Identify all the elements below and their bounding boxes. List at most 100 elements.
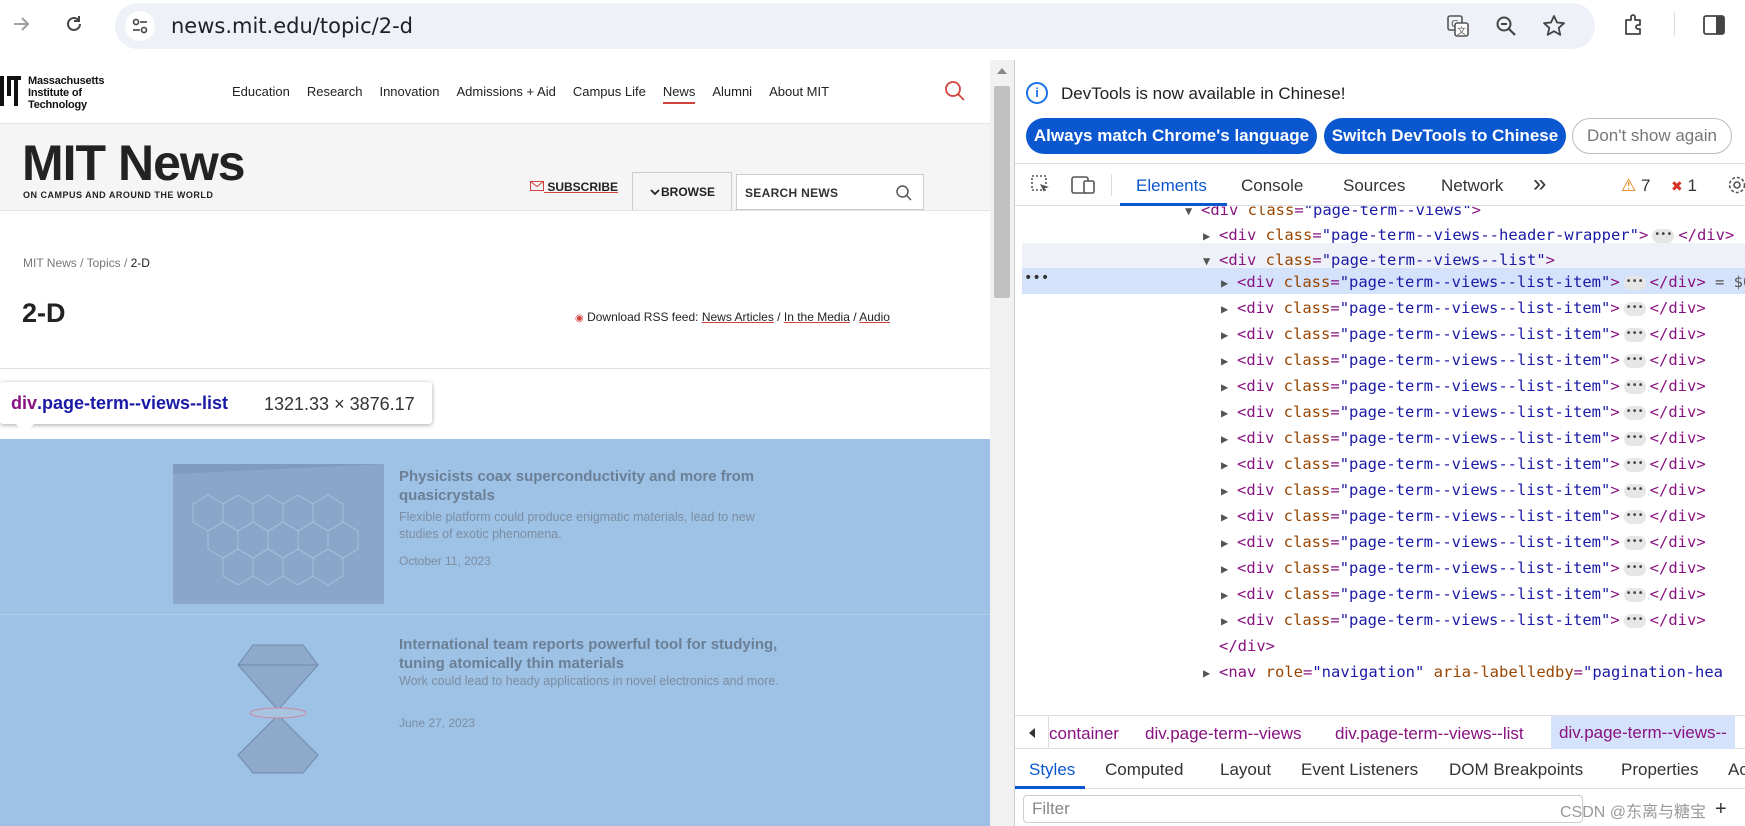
dom-node-list-item[interactable]: ▶ <div class="page-term--views--list-item… xyxy=(1221,478,1706,504)
mit-news-logo[interactable]: MIT News xyxy=(22,136,246,190)
article-thumbnail-image[interactable] xyxy=(173,464,384,604)
expand-triangle-icon[interactable]: ▼ xyxy=(1203,249,1219,273)
dom-node-list-item[interactable]: ▶ <div class="page-term--views--list-item… xyxy=(1221,270,1745,296)
dom-node-list-item[interactable]: ▶ <div class="page-term--views--list-item… xyxy=(1221,608,1706,634)
switch-to-chinese-button[interactable]: Switch DevTools to Chinese xyxy=(1324,118,1566,154)
tab-event-listeners[interactable]: Event Listeners xyxy=(1301,760,1418,780)
collapse-triangle-icon[interactable]: ▶ xyxy=(1221,349,1237,373)
tab-layout[interactable]: Layout xyxy=(1220,760,1271,780)
collapse-triangle-icon[interactable]: ▶ xyxy=(1203,661,1219,685)
dom-node-list-item[interactable]: ▶ <div class="page-term--views--list-item… xyxy=(1221,530,1706,556)
settings-gear-icon[interactable] xyxy=(1726,174,1745,196)
ellipsis-icon[interactable]: ••• xyxy=(1623,509,1646,524)
rss-in-the-media-link[interactable]: In the Media xyxy=(784,310,850,324)
dom-node-list-item[interactable]: ▶ <div class="page-term--views--list-item… xyxy=(1221,296,1706,322)
ellipsis-icon[interactable]: ••• xyxy=(1623,431,1646,446)
nav-news[interactable]: News xyxy=(662,84,696,104)
breadcrumb-views-list[interactable]: div.page-term--views--list xyxy=(1335,724,1524,744)
breadcrumb-container[interactable]: container xyxy=(1049,724,1119,744)
nav-alumni[interactable]: Alumni xyxy=(712,84,752,104)
device-toolbar-icon[interactable] xyxy=(1070,173,1096,197)
dom-node-nav[interactable]: ▶ <nav role="navigation" aria-labelledby=… xyxy=(1203,660,1723,686)
collapse-triangle-icon[interactable]: ▶ xyxy=(1221,505,1237,529)
ellipsis-icon[interactable]: ••• xyxy=(1623,379,1646,394)
url-text[interactable]: news.mit.edu/topic/2-d xyxy=(171,14,413,38)
collapse-triangle-icon[interactable]: ▶ xyxy=(1221,609,1237,633)
article-title[interactable]: Physicists coax superconductivity and mo… xyxy=(399,467,789,505)
ellipsis-icon[interactable]: ••• xyxy=(1623,483,1646,498)
errors-badge[interactable]: ✖ 1 xyxy=(1671,176,1697,196)
article-item[interactable]: Physicists coax superconductivity and mo… xyxy=(0,439,990,614)
dom-node-views[interactable]: ▼ <div class="page-term--views"> xyxy=(1185,206,1481,224)
tab-network[interactable]: Network xyxy=(1441,176,1503,196)
tab-elements[interactable]: Elements xyxy=(1136,176,1207,196)
ellipsis-icon[interactable]: ••• xyxy=(1623,301,1646,316)
collapse-triangle-icon[interactable]: ▶ xyxy=(1221,531,1237,555)
scroll-up-arrow-icon[interactable] xyxy=(997,68,1007,74)
forward-button[interactable] xyxy=(6,8,38,40)
nav-research[interactable]: Research xyxy=(307,84,363,104)
translate-icon[interactable]: G文 xyxy=(1445,13,1471,39)
always-match-language-button[interactable]: Always match Chrome's language xyxy=(1026,118,1317,154)
more-tabs-icon[interactable]: » xyxy=(1533,170,1546,198)
ellipsis-icon[interactable]: ••• xyxy=(1623,535,1646,550)
styles-filter-input[interactable]: Filter xyxy=(1023,795,1583,823)
zoom-icon[interactable] xyxy=(1493,13,1519,39)
dom-node-list-item[interactable]: ▶ <div class="page-term--views--list-item… xyxy=(1221,582,1706,608)
dom-node-list-close[interactable]: </div> xyxy=(1219,634,1275,660)
page-scrollbar[interactable] xyxy=(990,60,1014,826)
ellipsis-icon[interactable]: ••• xyxy=(1623,457,1646,472)
collapse-triangle-icon[interactable]: ▶ xyxy=(1221,557,1237,581)
breadcrumb-mit-news[interactable]: MIT News xyxy=(23,256,77,270)
rss-news-articles-link[interactable]: News Articles xyxy=(702,310,774,324)
reload-button[interactable] xyxy=(58,8,90,40)
ellipsis-icon[interactable]: ••• xyxy=(1623,587,1646,602)
tab-console[interactable]: Console xyxy=(1241,176,1303,196)
collapse-triangle-icon[interactable]: ▶ xyxy=(1221,297,1237,321)
collapse-triangle-icon[interactable]: ▶ xyxy=(1203,224,1219,248)
nav-education[interactable]: Education xyxy=(232,84,290,104)
ellipsis-icon[interactable]: ••• xyxy=(1652,228,1675,243)
warnings-badge[interactable]: ⚠ 7 xyxy=(1621,176,1650,196)
collapse-triangle-icon[interactable]: ▶ xyxy=(1221,479,1237,503)
tab-styles[interactable]: Styles xyxy=(1029,760,1075,780)
scrollbar-thumb[interactable] xyxy=(994,86,1010,298)
side-panel-icon[interactable] xyxy=(1700,11,1728,39)
breadcrumb-scroll-left-button[interactable] xyxy=(1015,716,1049,749)
breadcrumb-topics[interactable]: Topics xyxy=(87,256,121,270)
tab-dom-breakpoints[interactable]: DOM Breakpoints xyxy=(1449,760,1583,780)
ellipsis-icon[interactable]: ••• xyxy=(1623,275,1646,290)
collapse-triangle-icon[interactable]: ▶ xyxy=(1221,271,1237,295)
dom-node-list-item[interactable]: ▶ <div class="page-term--views--list-item… xyxy=(1221,322,1706,348)
ellipsis-icon[interactable]: ••• xyxy=(1623,353,1646,368)
article-title[interactable]: International team reports powerful tool… xyxy=(399,635,789,673)
row-actions-icon[interactable]: ••• xyxy=(1024,270,1049,286)
dom-node-list-item[interactable]: ▶ <div class="page-term--views--list-item… xyxy=(1221,348,1706,374)
dont-show-again-button[interactable]: Don't show again xyxy=(1572,118,1732,154)
tab-computed[interactable]: Computed xyxy=(1105,760,1183,780)
breadcrumb-list-item[interactable]: div.page-term--views-- xyxy=(1551,716,1735,749)
bookmark-star-icon[interactable] xyxy=(1541,13,1567,39)
dom-node-list-item[interactable]: ▶ <div class="page-term--views--list-item… xyxy=(1221,400,1706,426)
mit-logo-icon[interactable] xyxy=(0,76,24,106)
breadcrumb-views[interactable]: div.page-term--views xyxy=(1145,724,1302,744)
site-search-icon[interactable] xyxy=(944,80,966,102)
new-style-rule-icon[interactable]: + xyxy=(1715,798,1727,821)
collapse-triangle-icon[interactable]: ▶ xyxy=(1221,401,1237,425)
collapse-triangle-icon[interactable]: ▶ xyxy=(1221,453,1237,477)
nav-campus-life[interactable]: Campus Life xyxy=(573,84,646,104)
subscribe-link[interactable]: SUBSCRIBE xyxy=(530,180,618,194)
collapse-triangle-icon[interactable]: ▶ xyxy=(1221,375,1237,399)
dom-node-list-item[interactable]: ▶ <div class="page-term--views--list-item… xyxy=(1221,426,1706,452)
address-bar[interactable]: news.mit.edu/topic/2-d G文 xyxy=(115,3,1595,49)
ellipsis-icon[interactable]: ••• xyxy=(1623,405,1646,420)
site-info-button[interactable] xyxy=(125,11,155,41)
tab-properties[interactable]: Properties xyxy=(1621,760,1698,780)
tab-sources[interactable]: Sources xyxy=(1343,176,1405,196)
rss-audio-link[interactable]: Audio xyxy=(859,310,890,324)
article-thumbnail-image[interactable] xyxy=(173,635,384,775)
tab-accessibility[interactable]: Ac xyxy=(1728,760,1745,780)
nav-innovation[interactable]: Innovation xyxy=(379,84,439,104)
dom-node-list-item[interactable]: ▶ <div class="page-term--views--list-item… xyxy=(1221,504,1706,530)
dom-node-list-item[interactable]: ▶ <div class="page-term--views--list-item… xyxy=(1221,374,1706,400)
